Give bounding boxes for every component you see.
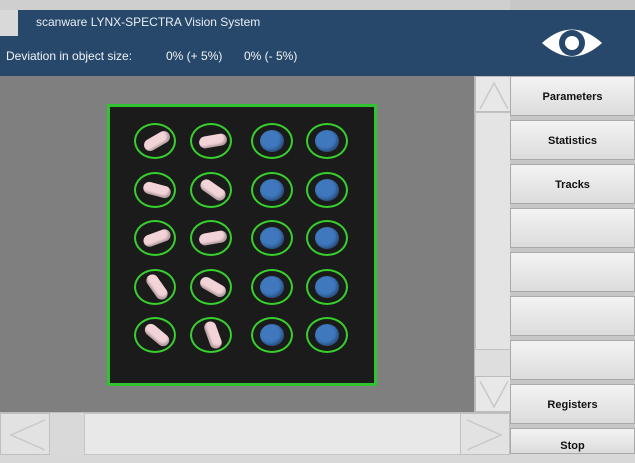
blue-disc (315, 324, 339, 346)
blue-disc (260, 179, 284, 201)
title-bar-left-block (0, 10, 18, 36)
inspection-well (134, 269, 176, 305)
inspection-well (306, 172, 348, 208)
parameters-button[interactable]: Parameters (510, 76, 635, 116)
blue-disc (315, 276, 339, 298)
window-title: scanware LYNX-SPECTRA Vision System (36, 15, 261, 29)
white-tablet (198, 177, 228, 203)
inspection-well (134, 172, 176, 208)
blue-disc (315, 130, 339, 152)
inspection-well (306, 123, 348, 159)
logo (510, 10, 635, 76)
empty-button-4[interactable] (510, 340, 635, 380)
white-tablet (198, 132, 228, 150)
scroll-right-arrow-icon (466, 419, 503, 451)
inspection-well (306, 220, 348, 256)
blue-disc (315, 227, 339, 249)
inspection-well (134, 317, 176, 353)
inspection-well (190, 317, 232, 353)
inspection-image (107, 104, 377, 386)
white-tablet (202, 319, 224, 351)
blue-disc (260, 276, 284, 298)
horizontal-scrollbar[interactable] (0, 412, 510, 455)
deviation-label: Deviation in object size: (6, 49, 133, 63)
inspection-well (251, 172, 293, 208)
sidebar: Parameters Statistics Tracks Registers S… (510, 0, 635, 454)
scroll-right-button[interactable] (460, 413, 510, 455)
white-tablet (197, 274, 229, 300)
deviation-plus-value: 0% (+ 5%) (166, 49, 223, 63)
empty-button-1[interactable] (510, 208, 635, 248)
tracks-button[interactable]: Tracks (510, 164, 635, 204)
inspection-well (251, 269, 293, 305)
eye-icon (542, 29, 602, 57)
deviation-status-bar: Deviation in object size: 0% (+ 5%) 0% (… (0, 36, 510, 76)
inspection-well (190, 172, 232, 208)
title-bar: scanware LYNX-SPECTRA Vision System (0, 10, 510, 36)
inspection-well (190, 220, 232, 256)
inspection-well (190, 123, 232, 159)
blue-disc (315, 179, 339, 201)
white-tablet (141, 180, 173, 200)
scroll-left-arrow-icon (9, 419, 46, 451)
inspection-well (134, 220, 176, 256)
white-tablet (141, 227, 173, 249)
scroll-down-button[interactable] (475, 376, 511, 412)
inspection-well (306, 269, 348, 305)
main-area: scanware LYNX-SPECTRA Vision System Devi… (0, 0, 511, 455)
vertical-scroll-thumb[interactable] (475, 112, 511, 350)
white-tablet (142, 321, 172, 349)
scroll-left-button[interactable] (0, 413, 50, 455)
scroll-down-arrow-icon (479, 380, 509, 409)
scroll-up-button[interactable] (475, 76, 511, 112)
top-strip (0, 0, 510, 10)
blue-disc (260, 227, 284, 249)
inspection-well (134, 123, 176, 159)
app-window: scanware LYNX-SPECTRA Vision System Devi… (0, 0, 635, 455)
white-tablet (198, 229, 228, 247)
empty-button-3[interactable] (510, 296, 635, 336)
inspection-well (306, 317, 348, 353)
blue-disc (260, 324, 284, 346)
stop-button[interactable]: Stop (510, 428, 635, 454)
inspection-well (251, 123, 293, 159)
registers-button[interactable]: Registers (510, 384, 635, 424)
empty-button-2[interactable] (510, 252, 635, 292)
inspection-well (190, 269, 232, 305)
deviation-minus-value: 0% (- 5%) (244, 49, 298, 63)
scroll-up-arrow-icon (479, 81, 509, 110)
horizontal-scroll-thumb[interactable] (84, 413, 474, 455)
white-tablet (144, 272, 170, 302)
blue-disc (260, 130, 284, 152)
vertical-scrollbar[interactable] (474, 76, 511, 412)
inspection-well (251, 220, 293, 256)
inspection-viewport[interactable] (0, 76, 474, 412)
inspection-well (251, 317, 293, 353)
white-tablet (141, 128, 173, 154)
statistics-button[interactable]: Statistics (510, 120, 635, 160)
